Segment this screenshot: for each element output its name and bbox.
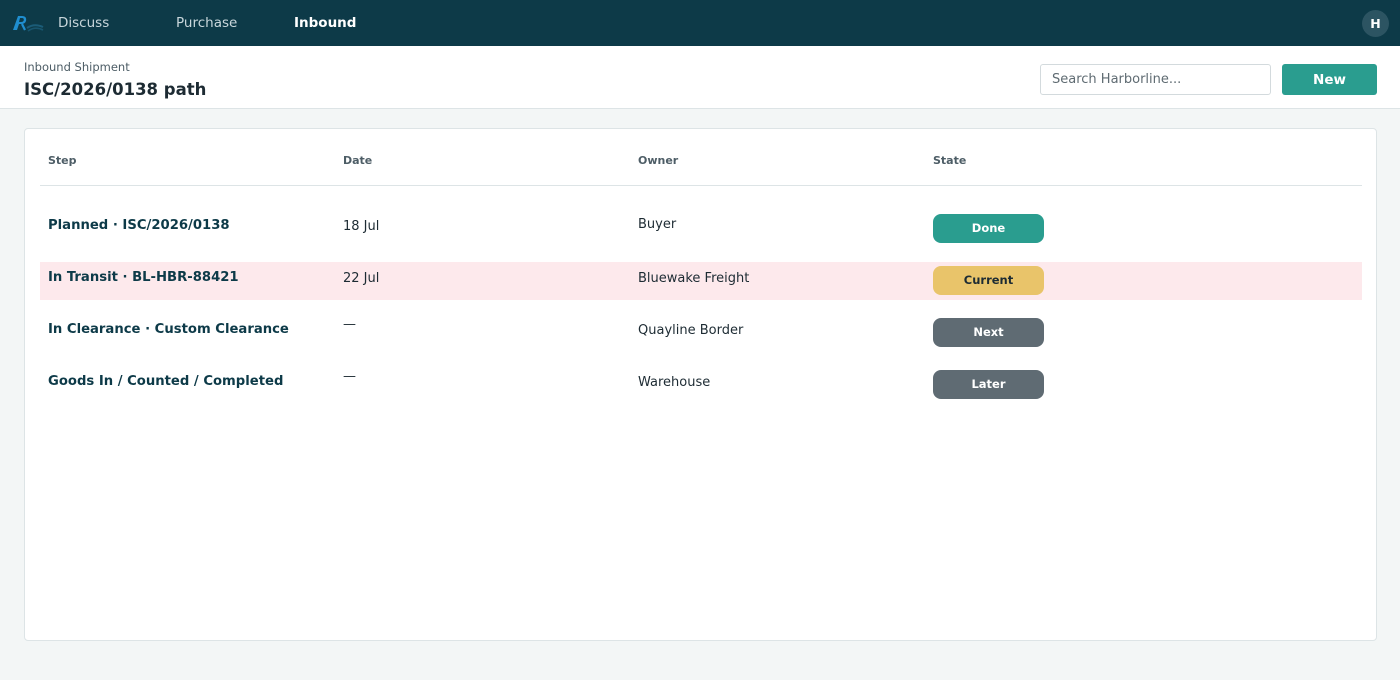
step-date: 18 Jul bbox=[343, 219, 380, 234]
table-row-current[interactable]: In Transit · BL-HBR-88421 22 Jul Bluewak… bbox=[40, 262, 1362, 300]
step-owner: Bluewake Freight bbox=[638, 271, 750, 286]
column-header-step[interactable]: Step bbox=[48, 154, 77, 167]
nav-discuss[interactable]: Discuss bbox=[58, 0, 109, 46]
top-navigation-bar: Discuss Purchase Inbound H bbox=[0, 0, 1400, 46]
nav-inbound[interactable]: Inbound bbox=[294, 0, 356, 46]
step-date: 22 Jul bbox=[343, 271, 380, 286]
harborline-logo-icon[interactable] bbox=[10, 13, 44, 33]
step-owner: Warehouse bbox=[638, 375, 711, 390]
shipment-path-card: Step Date Owner State Planned · ISC/2026… bbox=[24, 128, 1377, 641]
step-date: — bbox=[343, 369, 356, 384]
status-badge: Current bbox=[933, 266, 1044, 295]
step-date: — bbox=[343, 317, 356, 332]
step-name: Planned · ISC/2026/0138 bbox=[48, 218, 230, 233]
step-name: Goods In / Counted / Completed bbox=[48, 374, 284, 389]
status-badge: Later bbox=[933, 370, 1044, 399]
column-header-owner[interactable]: Owner bbox=[638, 154, 678, 167]
user-avatar[interactable]: H bbox=[1362, 10, 1389, 37]
new-button[interactable]: New bbox=[1282, 64, 1377, 95]
table-row[interactable]: Goods In / Counted / Completed — Warehou… bbox=[40, 366, 1362, 404]
table-header: Step Date Owner State bbox=[40, 129, 1362, 186]
step-owner: Buyer bbox=[638, 217, 677, 232]
table-row[interactable]: Planned · ISC/2026/0138 18 Jul Buyer Don… bbox=[40, 210, 1362, 248]
page-title: ISC/2026/0138 path bbox=[24, 80, 207, 99]
page-header: Inbound Shipment ISC/2026/0138 path New bbox=[0, 46, 1400, 109]
step-name: In Transit · BL-HBR-88421 bbox=[48, 270, 239, 285]
step-owner: Quayline Border bbox=[638, 323, 744, 338]
table-row[interactable]: In Clearance · Custom Clearance — Quayli… bbox=[40, 314, 1362, 352]
search-input[interactable] bbox=[1040, 64, 1271, 95]
step-name: In Clearance · Custom Clearance bbox=[48, 322, 289, 337]
column-header-state[interactable]: State bbox=[933, 154, 966, 167]
breadcrumb[interactable]: Inbound Shipment bbox=[24, 60, 130, 74]
nav-purchase[interactable]: Purchase bbox=[176, 0, 237, 46]
status-badge: Next bbox=[933, 318, 1044, 347]
column-header-date[interactable]: Date bbox=[343, 154, 372, 167]
status-badge: Done bbox=[933, 214, 1044, 243]
